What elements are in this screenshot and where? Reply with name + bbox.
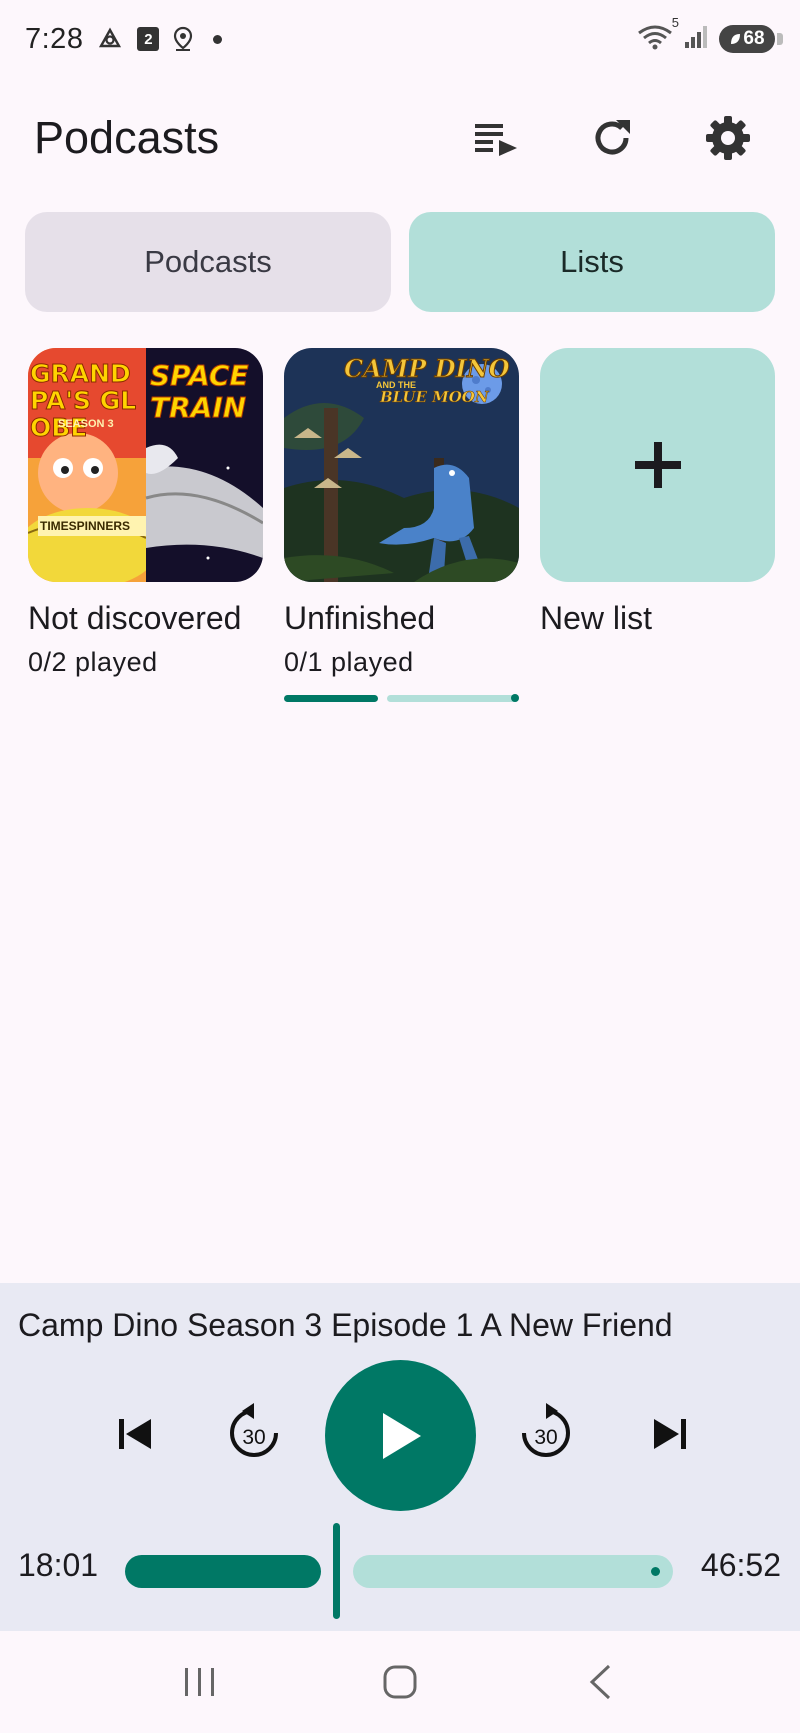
list-title: Unfinished — [284, 600, 436, 636]
location-icon — [173, 26, 193, 52]
art-title-camp-dino: CAMP DINO — [344, 354, 511, 384]
cloud-sync-icon — [97, 27, 123, 51]
rewind-30-button[interactable]: 30 — [218, 1396, 290, 1468]
queue-button[interactable] — [464, 106, 528, 170]
home-button[interactable] — [360, 1652, 440, 1712]
wifi-icon: 5 — [637, 15, 679, 56]
art-timespinners-label: TIMESPINNERS — [40, 519, 131, 533]
new-list-button[interactable] — [540, 348, 775, 582]
list-title: Not discovered — [28, 600, 242, 636]
list-card-unfinished[interactable]: CAMP DINO AND THE BLUE MOON Unfinished 0… — [284, 348, 519, 702]
notification-icons: 2 — [97, 26, 223, 52]
rewind-seconds: 30 — [242, 1426, 266, 1449]
refresh-button[interactable] — [580, 106, 644, 170]
back-icon — [589, 1664, 611, 1700]
dot-icon — [213, 34, 223, 44]
current-time: 18:01 — [18, 1547, 99, 1583]
art-subtitle-blue-moon: BLUE MOON — [380, 388, 489, 407]
seek-remaining — [353, 1555, 673, 1588]
playback-controls: 30 30 — [0, 1358, 800, 1511]
seek-thumb[interactable] — [333, 1523, 340, 1619]
art-season-label: SEASON 3 — [58, 418, 114, 430]
new-list-card[interactable]: New list — [540, 348, 775, 702]
settings-button[interactable] — [696, 106, 760, 170]
art-title-space-train: SPACE TRAIN — [150, 360, 249, 424]
status-time: 7:28 — [25, 22, 84, 55]
lists-grid: GRANDPA'S GLOBE SEASON 3 TIMESPINNERS SP… — [28, 348, 776, 702]
progress-remaining — [387, 693, 519, 702]
skip-next-icon — [654, 1419, 686, 1449]
signal-icon — [683, 24, 709, 55]
calendar-badge: 2 — [144, 31, 153, 48]
gear-icon — [706, 116, 750, 160]
list-played-count: 0/1 played — [284, 647, 414, 677]
forward-30-button[interactable]: 30 — [510, 1396, 582, 1468]
back-button[interactable] — [560, 1652, 640, 1712]
list-artwork: CAMP DINO AND THE BLUE MOON — [284, 348, 519, 582]
page-title: Podcasts — [34, 112, 220, 163]
previous-button[interactable] — [105, 1404, 165, 1464]
list-progress-bar — [284, 693, 519, 702]
skip-previous-icon — [119, 1419, 151, 1449]
list-card-not-discovered[interactable]: GRANDPA'S GLOBE SEASON 3 TIMESPINNERS SP… — [28, 348, 263, 702]
calendar-icon: 2 — [137, 27, 160, 51]
network-badge: 5 — [671, 14, 679, 30]
mini-player: Camp Dino Season 3 Episode 1 A New Frien… — [0, 1283, 800, 1631]
forward-seconds: 30 — [534, 1426, 558, 1449]
tab-podcasts[interactable]: Podcasts — [25, 212, 391, 312]
system-navigation-bar — [0, 1631, 800, 1733]
queue-icon — [475, 124, 517, 156]
list-artwork: GRANDPA'S GLOBE SEASON 3 TIMESPINNERS SP… — [28, 348, 263, 582]
next-button[interactable] — [640, 1404, 700, 1464]
recents-icon — [185, 1668, 214, 1696]
tab-lists[interactable]: Lists — [409, 212, 775, 312]
home-icon — [383, 1665, 417, 1699]
progress-played — [284, 694, 378, 702]
segmented-tabs: Podcasts Lists — [25, 212, 775, 312]
seek-bar[interactable] — [125, 1523, 673, 1619]
list-played-count: 0/2 played — [28, 647, 158, 677]
seek-played — [125, 1555, 321, 1588]
battery-level: 68 — [743, 28, 765, 49]
battery-icon: 68 — [719, 25, 783, 53]
play-button[interactable] — [325, 1360, 476, 1511]
system-icons: 5 68 — [637, 15, 783, 56]
add-icon — [634, 442, 681, 488]
refresh-icon — [595, 120, 630, 155]
status-bar: 7:28 2 5 68 — [0, 0, 800, 78]
app-bar-actions — [464, 106, 766, 170]
total-time: 46:52 — [700, 1547, 781, 1583]
recent-apps-button[interactable] — [160, 1652, 240, 1712]
play-icon — [382, 1412, 421, 1459]
top-app-bar: Podcasts — [0, 90, 800, 186]
episode-title: Camp Dino Season 3 Episode 1 A New Frien… — [18, 1307, 673, 1343]
list-title: New list — [540, 600, 653, 636]
